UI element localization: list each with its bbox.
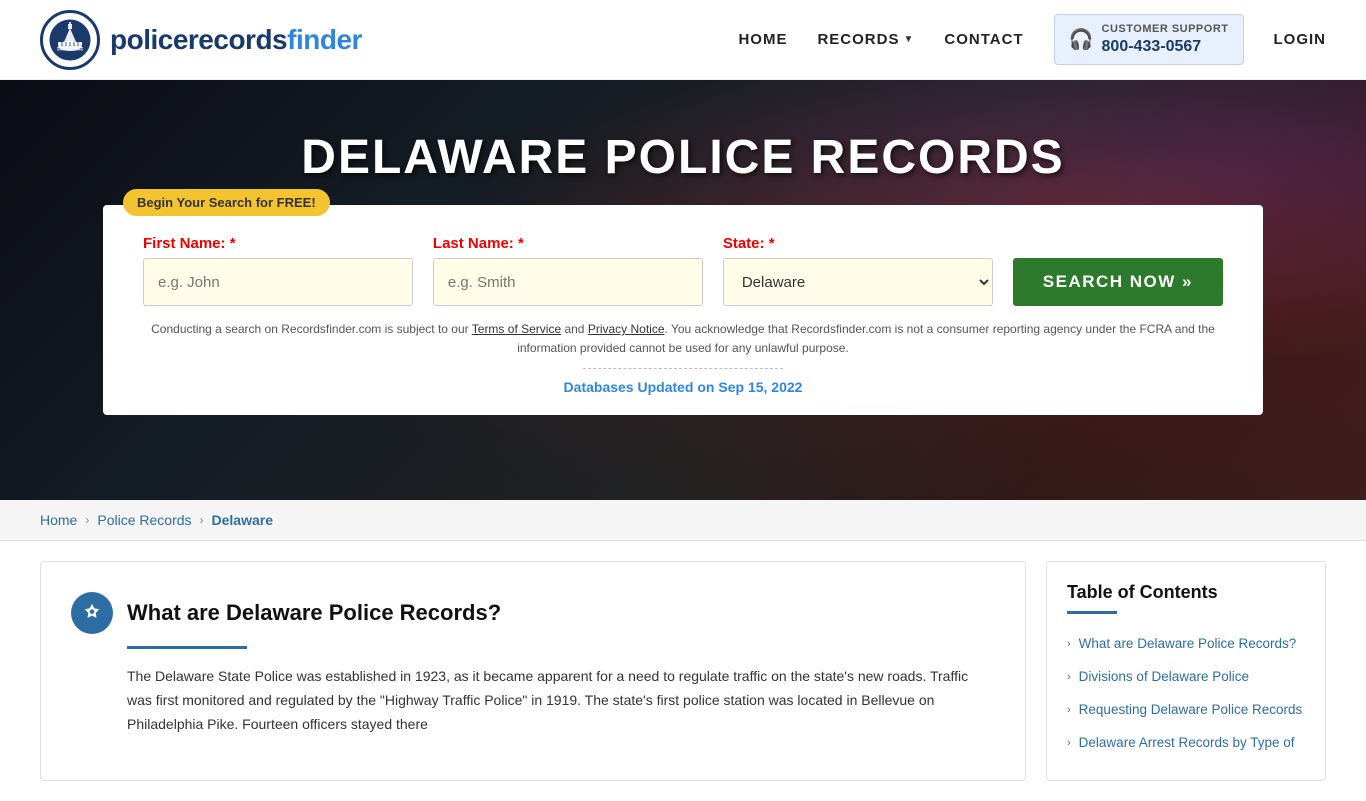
- section-underline: [127, 646, 247, 649]
- nav-records[interactable]: RECORDS ▼: [817, 31, 914, 48]
- disclaimer-text: Conducting a search on Recordsfinder.com…: [143, 320, 1223, 358]
- first-name-input[interactable]: [143, 258, 413, 306]
- article-content: What are Delaware Police Records? The De…: [40, 561, 1026, 781]
- content-body: The Delaware State Police was establishe…: [127, 665, 995, 736]
- page-title: DELAWARE POLICE RECORDS: [301, 130, 1064, 185]
- first-name-field-group: First Name: *: [143, 235, 413, 306]
- free-search-badge: Begin Your Search for FREE!: [123, 189, 330, 216]
- search-fields: First Name: * Last Name: * State: * D: [143, 235, 1223, 306]
- nav-contact[interactable]: CONTACT: [944, 31, 1023, 48]
- toc-divider: [1067, 611, 1117, 614]
- divider: [583, 368, 783, 369]
- toc-chevron-icon-2: ›: [1067, 670, 1071, 685]
- privacy-link[interactable]: Privacy Notice: [588, 322, 665, 336]
- nav-login[interactable]: LOGIN: [1274, 31, 1327, 48]
- breadcrumb-home[interactable]: Home: [40, 512, 77, 528]
- state-field-group: State: * Delaware Alabama Alaska Califor…: [723, 235, 993, 306]
- badge-icon: [71, 592, 113, 634]
- breadcrumb-sep-2: ›: [200, 513, 204, 527]
- breadcrumb: Home › Police Records › Delaware: [0, 500, 1366, 541]
- table-of-contents: Table of Contents › What are Delaware Po…: [1046, 561, 1326, 781]
- hero-section: DELAWARE POLICE RECORDS Begin Your Searc…: [0, 80, 1366, 500]
- toc-item-2[interactable]: › Divisions of Delaware Police: [1067, 661, 1305, 694]
- breadcrumb-police-records[interactable]: Police Records: [97, 512, 191, 528]
- support-info: CUSTOMER SUPPORT 800-433-0567: [1102, 23, 1229, 55]
- toc-item-4[interactable]: › Delaware Arrest Records by Type of: [1067, 727, 1305, 760]
- section-title: What are Delaware Police Records?: [127, 600, 501, 626]
- section-header: What are Delaware Police Records?: [71, 592, 995, 634]
- toc-chevron-icon-1: ›: [1067, 637, 1071, 652]
- state-label: State: *: [723, 235, 993, 252]
- last-name-field-group: Last Name: *: [433, 235, 703, 306]
- breadcrumb-sep-1: ›: [85, 513, 89, 527]
- site-logo[interactable]: policerecordsfinder: [40, 10, 362, 70]
- toc-chevron-icon-4: ›: [1067, 736, 1071, 751]
- site-header: policerecordsfinder HOME RECORDS ▼ CONTA…: [0, 0, 1366, 80]
- toc-chevron-icon-3: ›: [1067, 703, 1071, 718]
- last-name-label: Last Name: *: [433, 235, 703, 252]
- breadcrumb-current: Delaware: [212, 512, 273, 528]
- headset-icon: 🎧: [1069, 27, 1094, 52]
- customer-support-box[interactable]: 🎧 CUSTOMER SUPPORT 800-433-0567: [1054, 14, 1244, 64]
- state-select[interactable]: Delaware Alabama Alaska California Flori…: [723, 258, 993, 306]
- toc-item-1[interactable]: › What are Delaware Police Records?: [1067, 628, 1305, 661]
- terms-link[interactable]: Terms of Service: [472, 322, 561, 336]
- toc-item-3[interactable]: › Requesting Delaware Police Records: [1067, 694, 1305, 727]
- logo-circle-icon: [40, 10, 100, 70]
- db-updated-text: Databases Updated on Sep 15, 2022: [143, 379, 1223, 395]
- chevron-down-icon: ▼: [903, 34, 914, 45]
- main-nav: HOME RECORDS ▼ CONTACT 🎧 CUSTOMER SUPPOR…: [738, 14, 1326, 64]
- nav-home[interactable]: HOME: [738, 31, 787, 48]
- main-content: What are Delaware Police Records? The De…: [0, 541, 1366, 801]
- search-box: Begin Your Search for FREE! First Name: …: [103, 205, 1263, 415]
- last-name-input[interactable]: [433, 258, 703, 306]
- logo-text: policerecordsfinder: [110, 24, 362, 56]
- first-name-label: First Name: *: [143, 235, 413, 252]
- toc-title: Table of Contents: [1067, 582, 1305, 603]
- search-button[interactable]: SEARCH NOW »: [1013, 258, 1223, 306]
